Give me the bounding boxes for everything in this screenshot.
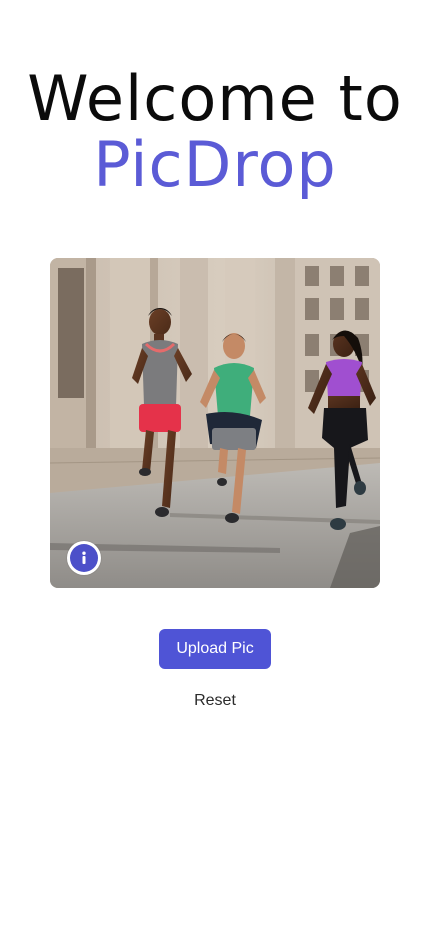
page-title: Welcome to PicDrop <box>0 66 430 198</box>
reset-button[interactable]: Reset <box>165 688 265 714</box>
image-info-button[interactable] <box>67 541 101 575</box>
welcome-screen: Welcome to PicDrop Upload Pic Reset <box>0 0 430 932</box>
uploaded-photo <box>50 258 380 588</box>
title-welcome-text: Welcome to <box>27 62 403 135</box>
info-icon <box>70 544 98 572</box>
upload-pic-button[interactable]: Upload Pic <box>159 629 271 669</box>
title-app-name: PicDrop <box>93 128 337 201</box>
photo-image <box>50 258 380 588</box>
